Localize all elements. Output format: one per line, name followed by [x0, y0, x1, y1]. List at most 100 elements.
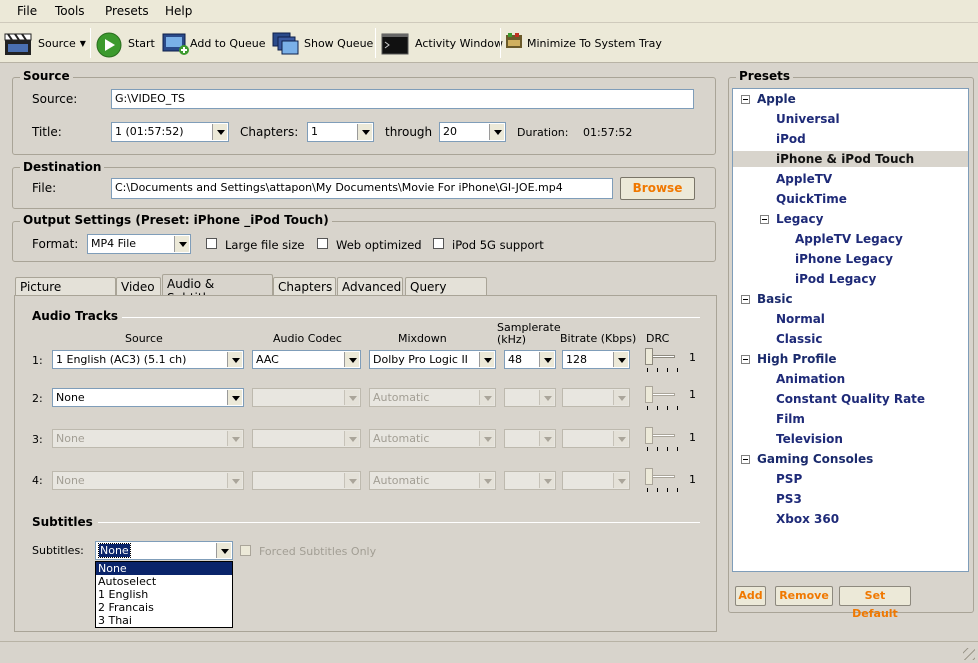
- start-label: Start: [128, 36, 155, 50]
- tab-video[interactable]: Video: [116, 277, 161, 296]
- track1-codec-select[interactable]: AAC: [252, 350, 361, 369]
- preset-animation[interactable]: Animation: [776, 371, 845, 387]
- preset-normal[interactable]: Normal: [776, 311, 825, 327]
- preset-quicktime[interactable]: QuickTime: [776, 191, 847, 207]
- start-button[interactable]: Start: [96, 30, 155, 58]
- subtitles-select[interactable]: None: [95, 541, 233, 560]
- chevron-down-icon: [539, 473, 554, 488]
- remove-preset-button[interactable]: Remove: [775, 586, 833, 606]
- track4-source-select[interactable]: None: [52, 471, 244, 490]
- preset-ipod-legacy[interactable]: iPod Legacy: [795, 271, 876, 287]
- tab-picture-settings[interactable]: Picture Settings: [15, 277, 116, 308]
- add-preset-button[interactable]: Add: [735, 586, 766, 606]
- source-path-input[interactable]: G:\VIDEO_TS: [111, 89, 694, 109]
- preset-category-basic[interactable]: Basic: [757, 291, 793, 307]
- tab-query-editor[interactable]: Query Editor: [405, 277, 487, 308]
- large-file-checkbox[interactable]: [206, 238, 217, 249]
- track2-samplerate-select[interactable]: [504, 388, 556, 407]
- preset-category-gaming-consoles[interactable]: Gaming Consoles: [757, 451, 873, 467]
- header-bitrate: Bitrate (Kbps): [560, 332, 637, 345]
- track2-drc-value: 1: [689, 388, 696, 401]
- preset-ipod[interactable]: iPod: [776, 131, 806, 147]
- track2-bitrate-select[interactable]: [562, 388, 630, 407]
- preset-xbox-360[interactable]: Xbox 360: [776, 511, 839, 527]
- collapse-icon[interactable]: [741, 95, 750, 104]
- collapse-icon[interactable]: [741, 295, 750, 304]
- collapse-icon[interactable]: [760, 215, 769, 224]
- audio-tracks-title: Audio Tracks: [32, 309, 119, 323]
- dropdown-option[interactable]: 3 Thai: [96, 614, 232, 627]
- menu-presets[interactable]: Presets: [105, 4, 149, 18]
- track4-bitrate-select[interactable]: [562, 471, 630, 490]
- track1-samplerate-select[interactable]: 48: [504, 350, 556, 369]
- track4-mixdown-select[interactable]: Automatic: [369, 471, 496, 490]
- set-default-button[interactable]: Set Default: [839, 586, 911, 620]
- track2-mixdown-select[interactable]: Automatic: [369, 388, 496, 407]
- browse-button[interactable]: Browse: [620, 177, 695, 200]
- preset-category-legacy[interactable]: Legacy: [776, 211, 823, 227]
- track3-bitrate-select[interactable]: [562, 429, 630, 448]
- show-queue-button[interactable]: Show Queue: [272, 30, 373, 56]
- add-to-queue-button[interactable]: Add to Queue: [162, 30, 265, 56]
- tab-chapters[interactable]: Chapters: [273, 277, 336, 296]
- track4-codec-select[interactable]: [252, 471, 361, 490]
- preset-iphone-legacy[interactable]: iPhone Legacy: [795, 251, 893, 267]
- preset-constant-quality-rate[interactable]: Constant Quality Rate: [776, 391, 925, 407]
- preset-iphone-ipod-touch[interactable]: iPhone & iPod Touch: [733, 151, 968, 167]
- activity-window-button[interactable]: Activity Window: [381, 30, 503, 56]
- track3-mixdown-select[interactable]: Automatic: [369, 429, 496, 448]
- track2-source-select[interactable]: None: [52, 388, 244, 407]
- preset-classic[interactable]: Classic: [776, 331, 823, 347]
- preset-psp[interactable]: PSP: [776, 471, 802, 487]
- preset-film[interactable]: Film: [776, 411, 805, 427]
- collapse-icon[interactable]: [741, 455, 750, 464]
- web-optimized-checkbox[interactable]: [317, 238, 328, 249]
- subtitles-title: Subtitles: [32, 515, 93, 529]
- source-button[interactable]: Source ▼: [4, 30, 86, 56]
- menu-file[interactable]: File: [17, 4, 37, 18]
- collapse-icon[interactable]: [741, 355, 750, 364]
- dropdown-option[interactable]: Autoselect: [96, 575, 232, 588]
- chapters-from-select[interactable]: 1: [307, 122, 374, 142]
- track2-drc-slider[interactable]: [643, 386, 678, 412]
- format-select[interactable]: MP4 File: [87, 234, 191, 254]
- preset-ps3[interactable]: PS3: [776, 491, 802, 507]
- preset-category-apple[interactable]: Apple: [757, 91, 796, 107]
- tab-advanced[interactable]: Advanced: [337, 277, 403, 296]
- status-bar: [0, 641, 978, 663]
- preset-appletv[interactable]: AppleTV: [776, 171, 832, 187]
- title-select[interactable]: 1 (01:57:52): [111, 122, 229, 142]
- destination-file-input[interactable]: C:\Documents and Settings\attapon\My Doc…: [111, 178, 613, 199]
- web-optimized-label: Web optimized: [336, 238, 422, 252]
- forced-subtitles-checkbox[interactable]: [240, 545, 251, 556]
- preset-universal[interactable]: Universal: [776, 111, 840, 127]
- track4-samplerate-select[interactable]: [504, 471, 556, 490]
- chevron-down-icon: [479, 390, 494, 405]
- track3-drc-slider[interactable]: [643, 427, 678, 453]
- preset-television[interactable]: Television: [776, 431, 843, 447]
- track1-mixdown-select[interactable]: Dolby Pro Logic II: [369, 350, 496, 369]
- track2-codec-select[interactable]: [252, 388, 361, 407]
- track3-codec-select[interactable]: [252, 429, 361, 448]
- menu-help[interactable]: Help: [165, 4, 192, 18]
- track1-bitrate-select[interactable]: 128: [562, 350, 630, 369]
- preset-appletv-legacy[interactable]: AppleTV Legacy: [795, 231, 903, 247]
- dropdown-option[interactable]: None: [96, 562, 232, 575]
- track3-source-select[interactable]: None: [52, 429, 244, 448]
- resize-grip-icon[interactable]: [963, 648, 975, 660]
- dropdown-option[interactable]: 2 Francais: [96, 601, 232, 614]
- chapters-to-select[interactable]: 20: [439, 122, 506, 142]
- track3-samplerate-select[interactable]: [504, 429, 556, 448]
- preset-category-high-profile[interactable]: High Profile: [757, 351, 837, 367]
- tab-audio-subtitles[interactable]: Audio & Subtitles: [162, 274, 273, 305]
- dropdown-option[interactable]: 1 English: [96, 588, 232, 601]
- minimize-tray-button[interactable]: Minimize To System Tray: [505, 30, 662, 56]
- chevron-down-icon: [227, 473, 242, 488]
- ipod5g-checkbox[interactable]: [433, 238, 444, 249]
- menu-tools[interactable]: Tools: [55, 4, 85, 18]
- track4-drc-slider[interactable]: [643, 468, 678, 494]
- chevron-down-icon: [227, 390, 242, 405]
- track1-source-select[interactable]: 1 English (AC3) (5.1 ch): [52, 350, 244, 369]
- duration-label: Duration:: [517, 126, 569, 139]
- track1-drc-slider[interactable]: [643, 348, 678, 374]
